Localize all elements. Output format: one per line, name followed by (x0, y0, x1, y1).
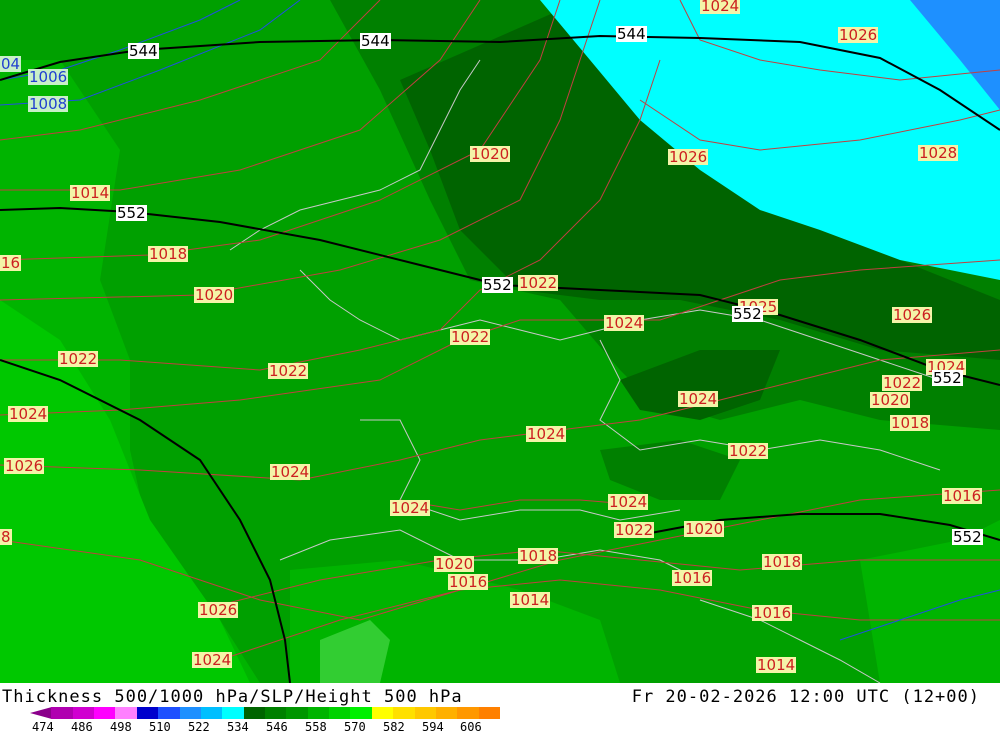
height-label: 544 (360, 32, 391, 50)
slp-label: 1028 (918, 144, 959, 162)
colorbar-tick: 570 (344, 720, 366, 734)
colorbar-tick: 606 (460, 720, 482, 734)
slp-label: 1008 (28, 95, 69, 113)
height-label: 552 (932, 369, 963, 387)
colorbar-tick: 546 (266, 720, 288, 734)
colorbar-segment (179, 707, 202, 719)
colorbar-segment (435, 707, 458, 719)
slp-label: 1014 (756, 656, 797, 674)
map-footer: Thickness 500/1000 hPa/SLP/Height 500 hP… (0, 683, 1000, 734)
colorbar-segment (286, 707, 309, 719)
colorbar-segment (115, 707, 138, 719)
colorbar-tick: 582 (383, 720, 405, 734)
slp-label: 1024 (700, 0, 741, 15)
slp-label: 1026 (668, 148, 709, 166)
colorbar-tick: 594 (422, 720, 444, 734)
slp-label: 1022 (728, 442, 769, 460)
height-label: 552 (732, 305, 763, 323)
colorbar-segment (243, 707, 266, 719)
height-label: 544 (616, 25, 647, 43)
colorbar-segment (72, 707, 95, 719)
colorbar-segment (329, 707, 351, 719)
colorbar-segment (158, 707, 181, 719)
slp-label: 1026 (892, 306, 933, 324)
slp-label: 1016 (942, 487, 983, 505)
slp-label: 1026 (838, 26, 879, 44)
slp-label: 1024 (608, 493, 649, 511)
weather-map: 1024 1026 04 1006 1008 1020 1026 1028 10… (0, 0, 1000, 683)
slp-label: 1020 (434, 555, 475, 573)
colorbar-tick: 510 (149, 720, 171, 734)
slp-label: 1020 (870, 391, 911, 409)
slp-label: 1018 (518, 547, 559, 565)
colorbar-segment (393, 707, 416, 719)
slp-label: 8 (0, 528, 12, 546)
valid-time: Fr 20-02-2026 12:00 UTC (12+00) (631, 687, 980, 707)
height-label: 552 (116, 204, 147, 222)
slp-label: 1020 (470, 145, 511, 163)
slp-label: 1024 (270, 463, 311, 481)
slp-label: 1014 (510, 591, 551, 609)
colorbar-tick: 486 (71, 720, 93, 734)
slp-label: 1022 (268, 362, 309, 380)
slp-label: 1022 (450, 328, 491, 346)
map-canvas (0, 0, 1000, 683)
slp-label: 1024 (8, 405, 49, 423)
height-label: 544 (128, 42, 159, 60)
map-title: Thickness 500/1000 hPa/SLP/Height 500 hP… (2, 687, 463, 707)
slp-label: 1024 (526, 425, 567, 443)
slp-label: 1022 (882, 374, 923, 392)
slp-label: 1022 (518, 274, 559, 292)
slp-label: 1024 (390, 499, 431, 517)
slp-label: 1022 (614, 521, 655, 539)
colorbar-segment (307, 707, 330, 719)
colorbar-segment (136, 707, 159, 719)
colorbar (30, 707, 501, 719)
slp-label: 1018 (148, 245, 189, 263)
colorbar-tick: 534 (227, 720, 249, 734)
colorbar-tick: 498 (110, 720, 132, 734)
slp-label: 1020 (194, 286, 235, 304)
colorbar-tick: 558 (305, 720, 327, 734)
slp-label: 1016 (448, 573, 489, 591)
slp-label: 1026 (4, 457, 45, 475)
colorbar-segment (350, 707, 373, 719)
slp-label: 1024 (678, 390, 719, 408)
height-label: 552 (952, 528, 983, 546)
slp-label: 1024 (192, 651, 233, 669)
height-label: 552 (482, 276, 513, 294)
slp-label: 16 (0, 254, 22, 272)
slp-label: 04 (0, 55, 22, 73)
colorbar-segment (30, 707, 52, 719)
slp-label: 1018 (890, 414, 931, 432)
slp-label: 1020 (684, 520, 725, 538)
colorbar-segment (222, 707, 245, 719)
colorbar-segment (94, 707, 116, 719)
colorbar-segment (457, 707, 480, 719)
slp-label: 1024 (604, 314, 645, 332)
slp-label: 1014 (70, 184, 111, 202)
slp-label: 1018 (762, 553, 803, 571)
colorbar-segment (265, 707, 287, 719)
colorbar-segment (51, 707, 74, 719)
slp-label: 1026 (198, 601, 239, 619)
slp-label: 1022 (58, 350, 99, 368)
slp-label: 1006 (28, 68, 69, 86)
colorbar-segment (478, 707, 501, 719)
colorbar-tick: 522 (188, 720, 210, 734)
colorbar-segment (200, 707, 223, 719)
slp-label: 1016 (672, 569, 713, 587)
colorbar-segment (414, 707, 437, 719)
slp-label: 1016 (752, 604, 793, 622)
colorbar-segment (371, 707, 394, 719)
colorbar-tick: 474 (32, 720, 54, 734)
